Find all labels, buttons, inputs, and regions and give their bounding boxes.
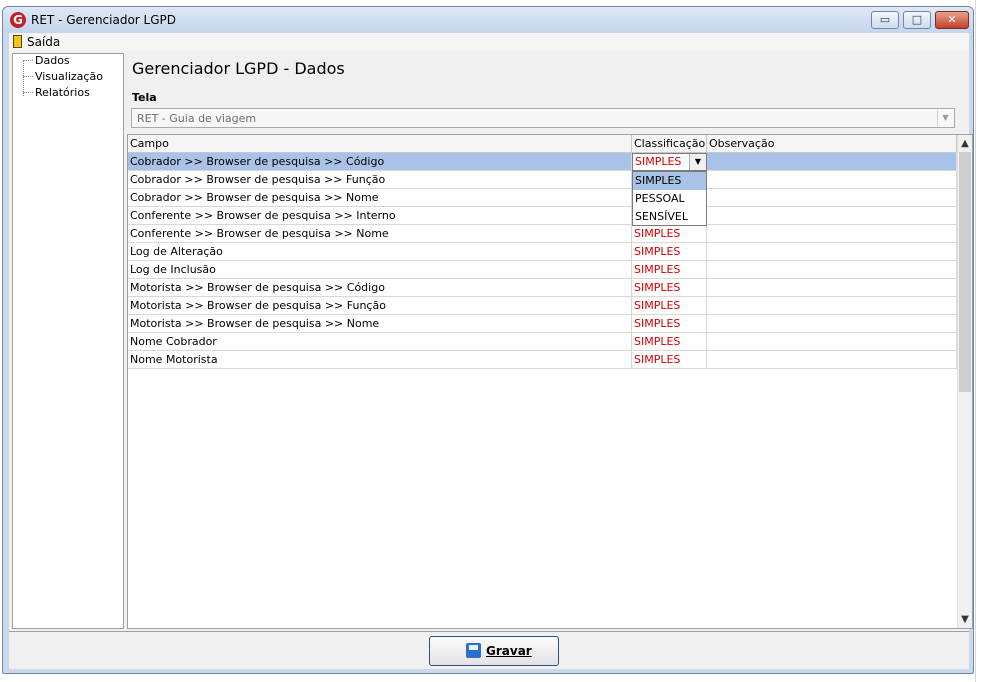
tela-select[interactable]: RET - Guia de viagem ▼	[131, 108, 955, 128]
chevron-down-icon[interactable]: ▼	[689, 154, 706, 170]
fields-grid: Campo Classificação Observação Cobrador …	[127, 134, 973, 629]
table-row[interactable]: Motorista >> Browser de pesquisa >> Funç…	[128, 297, 957, 315]
chevron-down-icon[interactable]: ▼	[937, 110, 953, 126]
minimize-button[interactable]: ▭	[871, 11, 899, 29]
cell-campo[interactable]: Cobrador >> Browser de pesquisa >> Funçã…	[128, 171, 632, 189]
cell-campo[interactable]: Nome Motorista	[128, 351, 632, 369]
cell-campo[interactable]: Conferente >> Browser de pesquisa >> Int…	[128, 207, 632, 225]
tree-item-visualizacao[interactable]: Visualização	[35, 70, 103, 83]
cell-classificacao[interactable]: SIMPLES	[632, 225, 707, 243]
scroll-up-icon[interactable]: ▲	[958, 135, 972, 152]
cell-classificacao[interactable]: SIMPLES	[632, 351, 707, 369]
tree-connector	[23, 76, 33, 77]
cell-campo[interactable]: Motorista >> Browser de pesquisa >> Códi…	[128, 279, 632, 297]
cell-classificacao[interactable]: SIMPLES	[632, 261, 707, 279]
screen-edge-line	[975, 0, 976, 682]
cell-observacao[interactable]	[707, 297, 957, 315]
table-row[interactable]: Cobrador >> Browser de pesquisa >> Funçã…	[128, 171, 957, 189]
page-title: Gerenciador LGPD - Dados	[132, 59, 345, 78]
tree-item-dados[interactable]: Dados	[35, 54, 70, 67]
menu-bar: Saída	[9, 33, 969, 51]
cell-observacao[interactable]	[707, 207, 957, 225]
cell-campo[interactable]: Log de Alteração	[128, 243, 632, 261]
table-row[interactable]: Cobrador >> Browser de pesquisa >> Nome	[128, 189, 957, 207]
footer-divider	[9, 631, 969, 632]
cell-classificacao[interactable]: SIMPLES	[632, 243, 707, 261]
cell-observacao[interactable]	[707, 189, 957, 207]
classification-dropdown: SIMPLES PESSOAL SENSÍVEL	[632, 171, 707, 226]
cell-campo[interactable]: Motorista >> Browser de pesquisa >> Funç…	[128, 297, 632, 315]
cell-campo[interactable]: Cobrador >> Browser de pesquisa >> Códig…	[128, 153, 632, 171]
tree-connector	[23, 60, 33, 61]
vertical-scrollbar[interactable]: ▲ ▼	[957, 135, 972, 628]
cell-classificacao[interactable]: SIMPLES	[632, 297, 707, 315]
tree-connector	[23, 92, 33, 93]
cell-observacao[interactable]	[707, 351, 957, 369]
cell-observacao[interactable]	[707, 261, 957, 279]
window-title: RET - Gerenciador LGPD	[31, 13, 177, 27]
table-row[interactable]: Log de Alteração SIMPLES	[128, 243, 957, 261]
save-button-label: Gravar	[486, 644, 532, 658]
cell-campo[interactable]: Log de Inclusão	[128, 261, 632, 279]
cell-campo[interactable]: Conferente >> Browser de pesquisa >> Nom…	[128, 225, 632, 243]
tree-connector	[23, 60, 24, 96]
table-row[interactable]: Motorista >> Browser de pesquisa >> Nome…	[128, 315, 957, 333]
maximize-button[interactable]: □	[903, 11, 931, 29]
column-header-campo[interactable]: Campo	[128, 135, 632, 153]
table-row[interactable]: Motorista >> Browser de pesquisa >> Códi…	[128, 279, 957, 297]
cell-campo[interactable]: Cobrador >> Browser de pesquisa >> Nome	[128, 189, 632, 207]
cell-observacao[interactable]	[707, 225, 957, 243]
app-logo-icon: G	[10, 12, 26, 28]
cell-campo[interactable]: Motorista >> Browser de pesquisa >> Nome	[128, 315, 632, 333]
cell-observacao[interactable]	[707, 243, 957, 261]
dropdown-option-pessoal[interactable]: PESSOAL	[633, 190, 706, 208]
floppy-disk-icon	[466, 643, 481, 658]
cell-observacao[interactable]	[707, 333, 957, 351]
title-bar[interactable]: G RET - Gerenciador LGPD ▭ □ ✕	[3, 7, 973, 33]
nav-tree: Dados Visualização Relatórios	[12, 53, 124, 629]
menu-exit[interactable]: Saída	[27, 35, 60, 49]
tree-item-relatorios[interactable]: Relatórios	[35, 86, 90, 99]
table-row[interactable]: Conferente >> Browser de pesquisa >> Int…	[128, 207, 957, 225]
close-button[interactable]: ✕	[935, 11, 969, 29]
client-area: Saída Dados Visualização Relatórios Gere…	[9, 33, 973, 669]
dropdown-option-sensivel[interactable]: SENSÍVEL	[633, 208, 706, 226]
cell-classificacao[interactable]: SIMPLES	[632, 315, 707, 333]
cell-observacao[interactable]	[707, 171, 957, 189]
cell-campo[interactable]: Nome Cobrador	[128, 333, 632, 351]
floppy-disk-label	[469, 645, 478, 650]
table-row[interactable]: Nome Cobrador SIMPLES	[128, 333, 957, 351]
cell-classificacao[interactable]: SIMPLES	[632, 279, 707, 297]
cell-classificacao[interactable]: SIMPLES	[632, 333, 707, 351]
tela-select-value: RET - Guia de viagem	[137, 112, 257, 125]
scroll-thumb[interactable]	[959, 152, 971, 392]
cell-observacao[interactable]	[707, 153, 957, 171]
classification-editor[interactable]: SIMPLES ▼	[632, 153, 707, 171]
table-row[interactable]: Conferente >> Browser de pesquisa >> Nom…	[128, 225, 957, 243]
tela-label: Tela	[132, 91, 157, 104]
dropdown-option-simples[interactable]: SIMPLES	[633, 172, 706, 190]
app-window: G RET - Gerenciador LGPD ▭ □ ✕ Saída Dad…	[2, 6, 974, 674]
table-row[interactable]: Cobrador >> Browser de pesquisa >> Códig…	[128, 153, 957, 171]
save-button[interactable]: Gravar	[429, 636, 559, 666]
table-row[interactable]: Log de Inclusão SIMPLES	[128, 261, 957, 279]
cell-observacao[interactable]	[707, 279, 957, 297]
column-header-classificacao[interactable]: Classificação	[632, 135, 707, 153]
column-header-observacao[interactable]: Observação	[707, 135, 957, 153]
classification-editor-value: SIMPLES	[635, 155, 682, 168]
scroll-down-icon[interactable]: ▼	[958, 611, 972, 628]
table-row[interactable]: Nome Motorista SIMPLES	[128, 351, 957, 369]
exit-door-icon[interactable]	[13, 35, 22, 48]
cell-observacao[interactable]	[707, 315, 957, 333]
